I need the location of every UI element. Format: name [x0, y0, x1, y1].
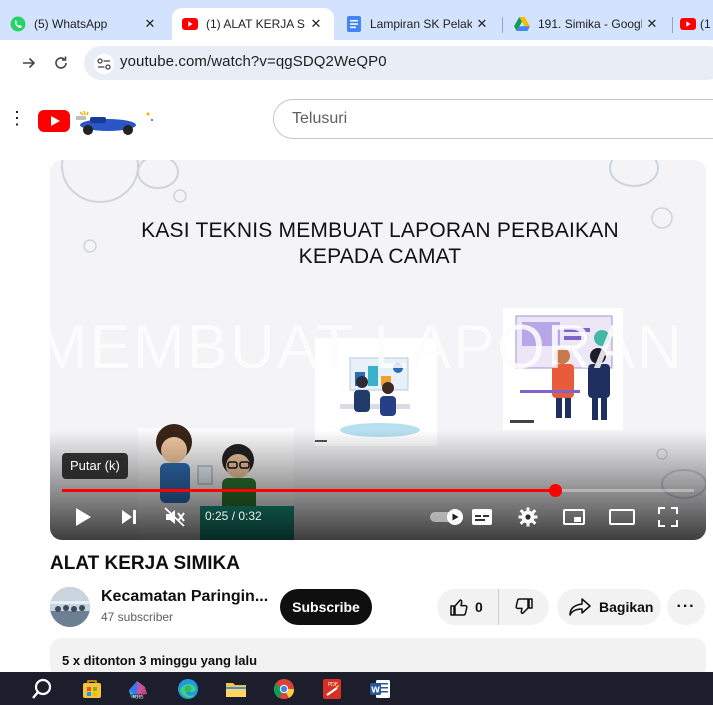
pdf-icon[interactable]: PDF: [320, 677, 344, 701]
chrome-icon[interactable]: [272, 677, 296, 701]
edge-icon[interactable]: [176, 677, 200, 701]
svg-text:W: W: [371, 686, 380, 695]
share-label: Bagikan: [599, 599, 654, 615]
arrow-right-icon: [23, 57, 36, 69]
play-icon: [76, 508, 91, 526]
subscriber-count: 47 subscriber: [101, 610, 174, 624]
thumbs-down-icon: [515, 598, 533, 615]
m365-icon[interactable]: M365: [126, 677, 150, 701]
thumbs-up-icon: [450, 599, 468, 616]
like-count: 0: [475, 599, 483, 615]
slide-watermark-text: MEMBUAT LAPORAN KE: [50, 313, 706, 382]
time-display: 0:25 / 0:32: [205, 509, 262, 523]
subtitles-icon: [472, 509, 492, 525]
windows-taskbar: M365 PDF W: [0, 672, 713, 705]
mute-button[interactable]: [162, 504, 188, 530]
tab-youtube-active[interactable]: (1) ALAT KERJA SIMIKA ✕: [172, 8, 334, 40]
menu-icon[interactable]: ⋮: [8, 108, 26, 129]
forward-button[interactable]: [18, 52, 40, 74]
tab-google-drive[interactable]: 191. Simika - Google Drive ✕: [504, 8, 670, 40]
theater-mode-button[interactable]: [608, 504, 636, 530]
close-tab-icon[interactable]: ✕: [642, 14, 662, 34]
progress-scrubber[interactable]: [548, 484, 562, 497]
file-explorer-icon[interactable]: [224, 677, 248, 701]
channel-avatar[interactable]: [50, 587, 90, 627]
whatsapp-icon: [10, 16, 26, 32]
slide-title: KASI TEKNIS MEMBUAT LAPORAN PERBAIKAN KE…: [141, 219, 619, 268]
tab-separator: [672, 17, 673, 33]
youtube-icon: [182, 16, 198, 32]
tab-youtube-2[interactable]: (1: [674, 8, 713, 40]
gear-icon: [518, 507, 538, 527]
site-info-icon[interactable]: [94, 54, 114, 74]
youtube-header: ⋮ Telusuri: [0, 88, 713, 158]
video-title: ALAT KERJA SIMIKA: [50, 553, 240, 574]
search-icon[interactable]: [30, 677, 54, 701]
reload-button[interactable]: [50, 52, 72, 74]
docs-icon: [346, 16, 362, 32]
youtube-logo[interactable]: [38, 108, 158, 136]
like-dislike-group: 0: [437, 589, 549, 625]
view-count-and-date: 5 x ditonton 3 minggu yang lalu: [62, 653, 258, 668]
close-tab-icon[interactable]: ✕: [472, 14, 492, 34]
close-tab-icon[interactable]: ✕: [306, 14, 326, 34]
subscribe-button[interactable]: Subscribe: [280, 589, 372, 625]
tab-title: 191. Simika - Google Drive: [538, 17, 642, 31]
browser-tab-strip: (5) WhatsApp ✕ (1) ALAT KERJA SIMIKA ✕ L…: [0, 0, 713, 40]
drive-icon: [514, 16, 530, 32]
close-tab-icon[interactable]: ✕: [140, 14, 160, 34]
omnibox[interactable]: youtube.com/watch?v=qgSDQ2WeQP0: [84, 46, 713, 80]
search-placeholder: Telusuri: [292, 110, 348, 127]
tab-title: Lampiran SK Pelaksana: [370, 17, 472, 31]
tab-lampiran[interactable]: Lampiran SK Pelaksana ✕: [336, 8, 500, 40]
more-actions-button[interactable]: ···: [667, 589, 705, 625]
url-text: youtube.com/watch?v=qgSDQ2WeQP0: [120, 53, 387, 70]
play-button[interactable]: [70, 504, 96, 530]
tab-title: (5) WhatsApp: [34, 17, 108, 31]
like-button[interactable]: 0: [437, 589, 499, 625]
next-button[interactable]: [116, 504, 142, 530]
svg-text:M365: M365: [132, 695, 144, 700]
play-tooltip: Putar (k): [62, 453, 128, 479]
theater-icon: [609, 509, 635, 525]
word-icon[interactable]: W: [368, 677, 392, 701]
autoplay-icon: [430, 509, 463, 525]
volume-muted-icon: [164, 507, 185, 527]
tab-separator: [502, 17, 503, 33]
tab-title: (1) ALAT KERJA SIMIKA: [206, 17, 306, 31]
progress-bar[interactable]: [62, 484, 694, 497]
youtube-icon: [680, 16, 696, 32]
autoplay-toggle[interactable]: [428, 504, 468, 530]
channel-name[interactable]: Kecamatan Paringin...: [101, 588, 268, 606]
skip-next-icon: [122, 510, 136, 524]
subtitles-button[interactable]: [470, 504, 494, 530]
share-icon: [569, 598, 591, 616]
miniplayer-button[interactable]: [562, 504, 586, 530]
tab-title: (1: [700, 17, 711, 31]
tab-whatsapp[interactable]: (5) WhatsApp ✕: [0, 8, 168, 40]
settings-button[interactable]: [516, 504, 540, 530]
store-icon[interactable]: [80, 677, 104, 701]
video-player[interactable]: KASI TEKNIS MEMBUAT LAPORAN PERBAIKAN KE…: [50, 160, 706, 540]
progress-played: [62, 489, 555, 492]
search-input[interactable]: Telusuri: [273, 99, 713, 139]
fullscreen-icon: [658, 507, 678, 527]
browser-toolbar: youtube.com/watch?v=qgSDQ2WeQP0: [0, 40, 713, 88]
fullscreen-button[interactable]: [656, 504, 680, 530]
dislike-button[interactable]: [499, 589, 549, 625]
share-button[interactable]: Bagikan: [557, 589, 661, 625]
miniplayer-icon: [563, 509, 585, 525]
reload-icon: [55, 56, 67, 69]
